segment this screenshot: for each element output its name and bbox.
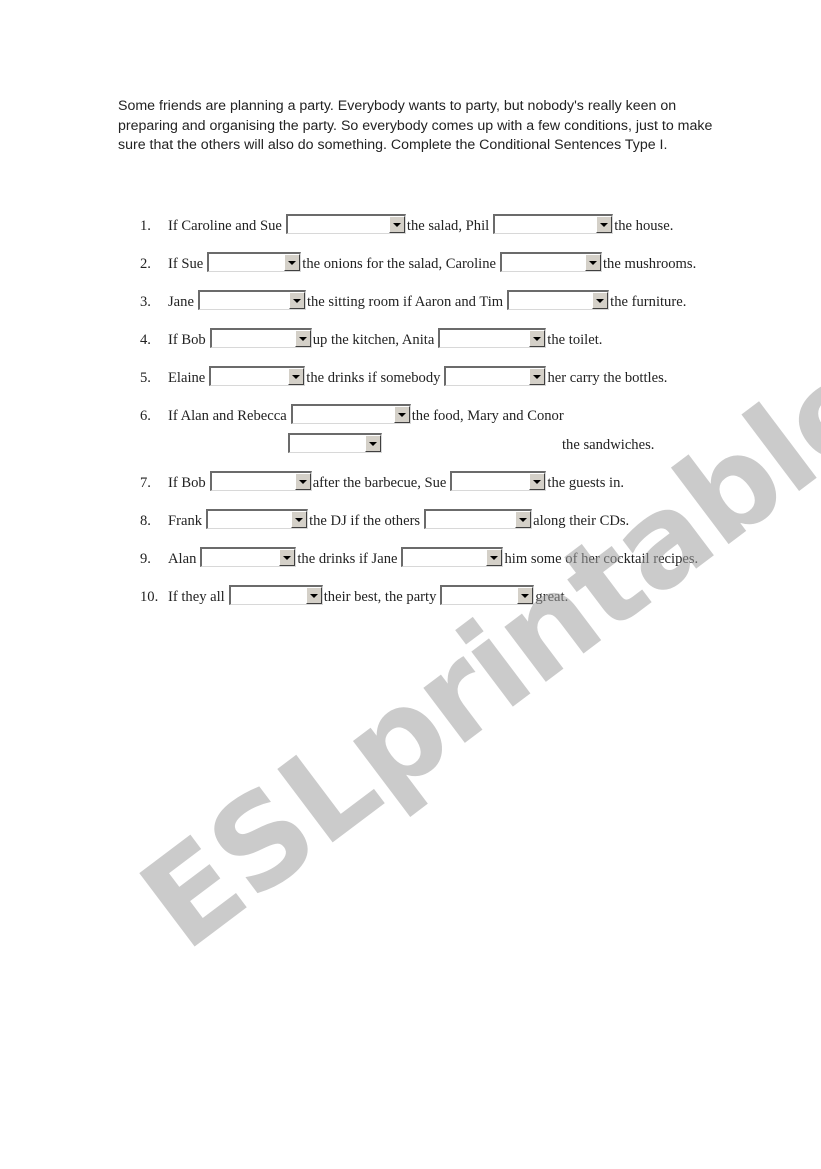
exercise-item-6: 6. If Alan and Rebecca the food, Mary and … <box>140 402 730 460</box>
sentence-part: If Bob <box>168 475 206 491</box>
sentence-part: the toilet. <box>547 332 603 348</box>
item-number: 7. <box>140 475 151 491</box>
item-number: 4. <box>140 332 151 348</box>
sentence-part: If Alan and Rebecca <box>168 408 287 424</box>
item-number: 8. <box>140 513 151 529</box>
exercise-item-9: 9. Alan the drinks if Jane him some of her … <box>140 545 730 574</box>
sentence-part: If Sue <box>168 256 204 272</box>
sentence-part: the sandwiches. <box>562 437 655 453</box>
chevron-down-icon[interactable] <box>529 368 546 385</box>
item-number: 1. <box>140 218 151 234</box>
chevron-down-icon[interactable] <box>393 406 410 423</box>
sentence-part: the onions for the salad, Caroline <box>302 256 496 272</box>
item-number: 9. <box>140 551 151 567</box>
answer-dropdown[interactable] <box>507 290 610 310</box>
exercise-item-10: 10. If they all their best, the party great… <box>140 583 730 612</box>
item-number: 10. <box>140 589 159 605</box>
chevron-down-icon[interactable] <box>596 216 613 233</box>
answer-dropdown[interactable] <box>285 214 406 234</box>
sentence-part: Alan <box>168 551 197 567</box>
chevron-down-icon[interactable] <box>294 473 311 490</box>
sentence-part: after the barbecue, Sue <box>312 475 447 491</box>
chevron-down-icon[interactable] <box>486 549 503 566</box>
sentence-part: If Bob <box>168 332 206 348</box>
sentence-part: Frank <box>168 513 203 529</box>
answer-dropdown[interactable] <box>290 404 411 424</box>
answer-dropdown[interactable] <box>401 547 504 567</box>
sentence-part: the furniture. <box>610 294 687 310</box>
item-number: 6. <box>140 408 151 424</box>
chevron-down-icon[interactable] <box>517 587 534 604</box>
exercise-item-7: 7. If Bob after the barbecue, Sue the guest… <box>140 469 730 498</box>
chevron-down-icon[interactable] <box>279 549 296 566</box>
sentence-part: up the kitchen, Anita <box>312 332 435 348</box>
chevron-down-icon[interactable] <box>585 254 601 271</box>
answer-dropdown[interactable] <box>207 252 302 272</box>
exercise-item-4: 4. If Bob up the kitchen, Anita the toilet. <box>140 326 730 355</box>
answer-dropdown[interactable] <box>209 471 312 491</box>
answer-dropdown[interactable] <box>444 366 547 386</box>
sentence-part: the mushrooms. <box>603 256 697 272</box>
answer-dropdown[interactable] <box>288 433 382 453</box>
chevron-down-icon[interactable] <box>529 473 546 490</box>
sentence-part: along their CDs. <box>533 513 630 529</box>
sentence-part: the drinks if somebody <box>306 370 441 386</box>
item-number: 5. <box>140 370 151 386</box>
sentence-part: the DJ if the others <box>309 513 421 529</box>
sentence-part: her carry the bottles. <box>547 370 668 386</box>
item-number: 3. <box>140 294 151 310</box>
chevron-down-icon[interactable] <box>592 292 609 309</box>
chevron-down-icon[interactable] <box>284 254 301 271</box>
sentence-part: the drinks if Jane <box>297 551 398 567</box>
answer-dropdown[interactable] <box>493 214 614 234</box>
chevron-down-icon[interactable] <box>529 330 546 347</box>
answer-dropdown[interactable] <box>440 585 535 605</box>
answer-dropdown[interactable] <box>424 509 533 529</box>
sentence-part: him some of her cocktail recipes. <box>504 551 699 567</box>
chevron-down-icon[interactable] <box>388 216 405 233</box>
answer-dropdown[interactable] <box>200 547 297 567</box>
exercise-item-5: 5. Elaine the drinks if somebody her carry … <box>140 364 730 393</box>
sentence-part: Elaine <box>168 370 206 386</box>
instructions-text: Some friends are planning a party. Every… <box>118 98 713 153</box>
sentence-part: their best, the party <box>323 589 437 605</box>
chevron-down-icon[interactable] <box>294 330 311 347</box>
chevron-down-icon[interactable] <box>305 587 322 604</box>
answer-dropdown[interactable] <box>450 471 547 491</box>
chevron-down-icon[interactable] <box>288 292 305 309</box>
exercise-item-3: 3. Jane the sitting room if Aaron and Tim t… <box>140 288 730 317</box>
answer-dropdown[interactable] <box>209 366 306 386</box>
answer-dropdown[interactable] <box>206 509 309 529</box>
exercise-item-1: 1. If Caroline and Sue the salad, Phil the … <box>140 212 730 241</box>
sentence-part: great. <box>535 589 569 605</box>
sentence-part: the house. <box>614 218 674 234</box>
sentence-part: the sitting room if Aaron and Tim <box>306 294 504 310</box>
item-number: 2. <box>140 256 151 272</box>
answer-dropdown[interactable] <box>197 290 306 310</box>
answer-dropdown[interactable] <box>438 328 547 348</box>
chevron-down-icon[interactable] <box>288 368 305 385</box>
answer-dropdown[interactable] <box>228 585 323 605</box>
answer-dropdown[interactable] <box>209 328 312 348</box>
exercise-item-2: 2. If Sue the onions for the salad, Caroli… <box>140 250 730 279</box>
chevron-down-icon[interactable] <box>365 435 381 452</box>
sentence-part: the guests in. <box>547 475 625 491</box>
sentence-part: the food, Mary and Conor <box>411 408 564 424</box>
sentence-part: Jane <box>168 294 194 310</box>
exercise-item-8: 8. Frank the DJ if the others along their C… <box>140 507 730 536</box>
exercise-list: 1. If Caroline and Sue the salad, Phil the … <box>140 212 730 621</box>
sentence-part: If Caroline and Sue <box>168 218 282 234</box>
answer-dropdown[interactable] <box>500 252 602 272</box>
chevron-down-icon[interactable] <box>515 511 532 528</box>
chevron-down-icon[interactable] <box>291 511 308 528</box>
sentence-part: If they all <box>168 589 225 605</box>
sentence-part: the salad, Phil <box>406 218 490 234</box>
